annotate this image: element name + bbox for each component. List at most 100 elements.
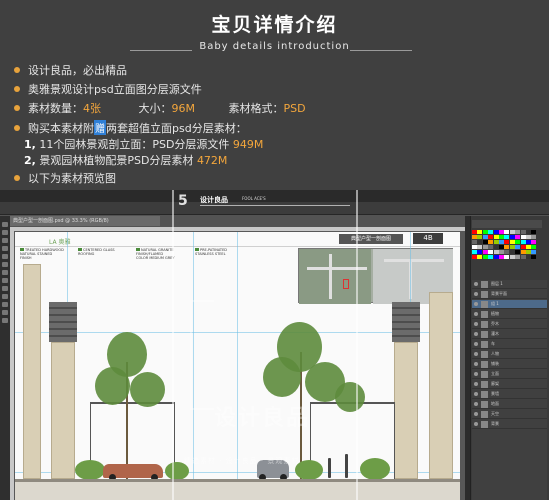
- color-swatch[interactable]: [477, 235, 483, 239]
- layer-row[interactable]: 背景: [472, 420, 547, 429]
- color-swatch[interactable]: [509, 245, 515, 249]
- color-swatch[interactable]: [482, 230, 488, 234]
- color-swatch[interactable]: [504, 250, 510, 254]
- color-swatch[interactable]: [499, 235, 504, 239]
- color-swatch[interactable]: [477, 255, 483, 259]
- color-swatch[interactable]: [515, 235, 521, 239]
- color-swatch[interactable]: [488, 250, 494, 254]
- color-swatch[interactable]: [526, 240, 531, 244]
- color-swatch[interactable]: [488, 230, 494, 234]
- color-swatch[interactable]: [482, 235, 488, 239]
- color-swatch[interactable]: [477, 245, 483, 249]
- hand-tool-icon[interactable]: [2, 310, 8, 315]
- color-swatch[interactable]: [482, 250, 488, 254]
- color-swatch[interactable]: [477, 250, 483, 254]
- layer-row[interactable]: 图层 1: [472, 280, 547, 289]
- color-swatch[interactable]: [493, 255, 499, 259]
- visibility-eye-icon[interactable]: [474, 372, 478, 376]
- color-swatch[interactable]: [472, 240, 477, 244]
- layer-row[interactable]: 车: [472, 340, 547, 349]
- color-swatch[interactable]: [477, 230, 483, 234]
- zoom-tool-icon[interactable]: [2, 318, 8, 323]
- color-swatch[interactable]: [472, 245, 477, 249]
- marquee-tool-icon[interactable]: [2, 230, 8, 235]
- visibility-eye-icon[interactable]: [474, 302, 478, 306]
- visibility-eye-icon[interactable]: [474, 392, 478, 396]
- color-swatch[interactable]: [520, 245, 526, 249]
- visibility-eye-icon[interactable]: [474, 402, 478, 406]
- layer-row[interactable]: 铺装: [472, 360, 547, 369]
- color-swatch[interactable]: [531, 240, 537, 244]
- visibility-eye-icon[interactable]: [474, 332, 478, 336]
- visibility-eye-icon[interactable]: [474, 342, 478, 346]
- layer-row[interactable]: 组 1: [472, 300, 547, 309]
- color-swatch[interactable]: [499, 245, 504, 249]
- color-swatch[interactable]: [488, 235, 494, 239]
- layer-row[interactable]: 人物: [472, 350, 547, 359]
- brush-tool-icon[interactable]: [2, 262, 8, 267]
- color-swatch[interactable]: [472, 230, 477, 234]
- eyedropper-tool-icon[interactable]: [2, 254, 8, 259]
- layer-row[interactable]: 景墙: [472, 390, 547, 399]
- color-swatch[interactable]: [499, 230, 504, 234]
- color-swatch[interactable]: [477, 240, 483, 244]
- visibility-eye-icon[interactable]: [474, 382, 478, 386]
- stamp-tool-icon[interactable]: [2, 270, 8, 275]
- layer-row[interactable]: 廊架: [472, 380, 547, 389]
- color-swatch[interactable]: [504, 240, 510, 244]
- color-swatch[interactable]: [520, 250, 526, 254]
- visibility-eye-icon[interactable]: [474, 282, 478, 286]
- color-swatch[interactable]: [482, 245, 488, 249]
- color-swatch[interactable]: [531, 255, 537, 259]
- color-swatch[interactable]: [520, 235, 526, 239]
- color-swatch[interactable]: [472, 255, 477, 259]
- color-swatch[interactable]: [488, 240, 494, 244]
- pen-tool-icon[interactable]: [2, 302, 8, 307]
- color-swatch[interactable]: [515, 250, 521, 254]
- layer-row[interactable]: 立面: [472, 370, 547, 379]
- crop-tool-icon[interactable]: [2, 246, 8, 251]
- color-swatch[interactable]: [520, 255, 526, 259]
- color-swatch[interactable]: [531, 250, 537, 254]
- color-swatch[interactable]: [499, 240, 504, 244]
- layer-row[interactable]: 植物: [472, 310, 547, 319]
- layer-row[interactable]: 地面: [472, 400, 547, 409]
- color-swatch[interactable]: [472, 235, 477, 239]
- color-swatch[interactable]: [526, 245, 531, 249]
- color-swatch[interactable]: [526, 250, 531, 254]
- visibility-eye-icon[interactable]: [474, 422, 478, 426]
- color-swatch[interactable]: [509, 240, 515, 244]
- visibility-eye-icon[interactable]: [474, 322, 478, 326]
- color-swatch[interactable]: [526, 230, 531, 234]
- layer-row[interactable]: 天空: [472, 410, 547, 419]
- gradient-tool-icon[interactable]: [2, 286, 8, 291]
- color-swatch[interactable]: [515, 230, 521, 234]
- color-swatch[interactable]: [504, 230, 510, 234]
- move-tool-icon[interactable]: [2, 222, 8, 227]
- color-swatch[interactable]: [493, 245, 499, 249]
- color-swatch[interactable]: [499, 255, 504, 259]
- color-swatch[interactable]: [504, 245, 510, 249]
- color-swatch[interactable]: [526, 255, 531, 259]
- color-swatch[interactable]: [515, 240, 521, 244]
- eraser-tool-icon[interactable]: [2, 278, 8, 283]
- color-swatch[interactable]: [509, 255, 515, 259]
- color-swatch[interactable]: [504, 255, 510, 259]
- color-swatch[interactable]: [520, 230, 526, 234]
- color-swatch[interactable]: [493, 235, 499, 239]
- color-swatch[interactable]: [509, 235, 515, 239]
- color-swatch[interactable]: [493, 250, 499, 254]
- document-tab[interactable]: 典型户型一剖面图.psd @ 33.3% (RGB/8): [10, 216, 160, 226]
- color-swatch[interactable]: [493, 230, 499, 234]
- layer-row[interactable]: 乔木: [472, 320, 547, 329]
- color-swatch[interactable]: [515, 245, 521, 249]
- color-swatch[interactable]: [526, 235, 531, 239]
- swatches-panel-header[interactable]: [472, 220, 542, 228]
- color-swatch[interactable]: [482, 240, 488, 244]
- layer-row[interactable]: 灌木: [472, 330, 547, 339]
- color-swatch[interactable]: [493, 240, 499, 244]
- color-swatch[interactable]: [509, 250, 515, 254]
- color-swatch[interactable]: [488, 255, 494, 259]
- color-swatch[interactable]: [515, 255, 521, 259]
- color-swatch[interactable]: [509, 230, 515, 234]
